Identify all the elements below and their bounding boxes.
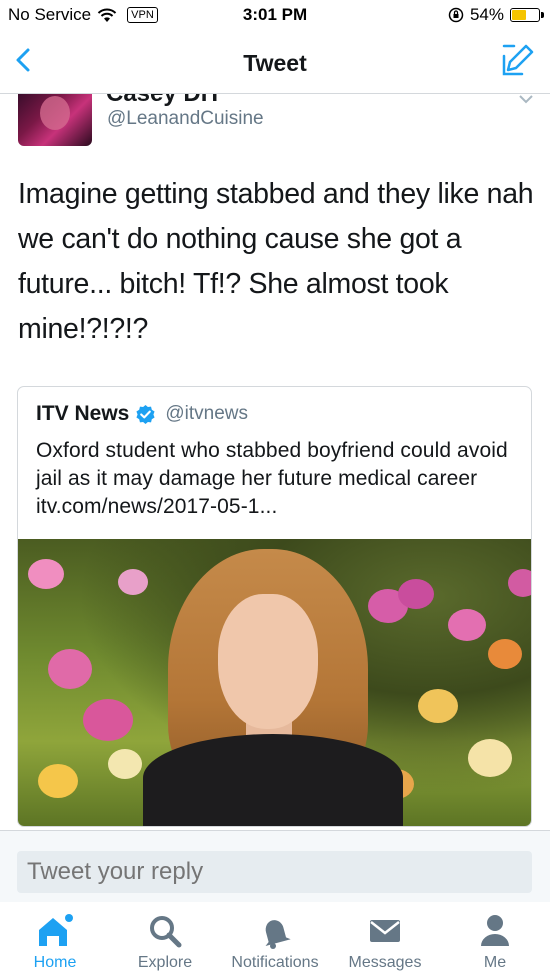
nav-bar: Tweet bbox=[0, 30, 550, 94]
flower-shape bbox=[468, 739, 512, 777]
battery-percent: 54% bbox=[469, 5, 504, 24]
person-icon bbox=[481, 915, 509, 946]
quoted-tweet-header: ITV News @itvnews bbox=[36, 402, 248, 426]
tab-explore[interactable]: Explore bbox=[110, 912, 220, 972]
tab-messages-label: Messages bbox=[348, 954, 422, 971]
battery-icon bbox=[510, 8, 544, 22]
tweet-text: Imagine getting stabbed and they like na… bbox=[18, 178, 534, 345]
flower-shape bbox=[508, 569, 531, 597]
bell-icon bbox=[265, 920, 291, 949]
tab-home-label: Home bbox=[33, 954, 77, 971]
home-icon bbox=[39, 914, 73, 946]
page-title: Tweet bbox=[243, 50, 307, 76]
person-jacket bbox=[143, 734, 403, 826]
search-icon bbox=[150, 916, 182, 948]
flower-shape bbox=[48, 649, 92, 689]
reply-bar bbox=[0, 830, 550, 902]
verified-badge-icon bbox=[136, 404, 155, 424]
tab-notifications[interactable]: Notifications bbox=[220, 912, 330, 972]
envelope-icon bbox=[370, 920, 400, 942]
avatar[interactable] bbox=[18, 94, 92, 146]
tab-me-label: Me bbox=[483, 954, 507, 971]
quoted-author-name: ITV News bbox=[36, 402, 130, 425]
tab-bar: Home Explore Notifications Messages Me bbox=[0, 902, 550, 978]
reply-input[interactable] bbox=[17, 851, 532, 893]
flower-shape bbox=[398, 579, 434, 609]
tweet-author[interactable]: Casey DH @LeanandCuisine bbox=[0, 94, 550, 154]
quoted-tweet-card[interactable]: ITV News @itvnews Oxford student who sta… bbox=[17, 386, 532, 827]
quoted-tweet-photo[interactable] bbox=[18, 539, 531, 826]
flower-shape bbox=[448, 609, 486, 641]
person-face bbox=[218, 594, 318, 729]
flower-shape bbox=[28, 559, 64, 589]
tab-home[interactable]: Home bbox=[0, 912, 110, 972]
compose-icon[interactable] bbox=[498, 42, 536, 80]
flower-shape bbox=[488, 639, 522, 669]
tab-messages[interactable]: Messages bbox=[330, 912, 440, 972]
quoted-author-handle: @itvnews bbox=[165, 403, 249, 424]
tab-notifications-label: Notifications bbox=[231, 954, 319, 971]
status-bar: No Service VPN 3:01 PM 54% bbox=[0, 0, 550, 30]
flower-shape bbox=[38, 764, 78, 798]
flower-shape bbox=[83, 699, 133, 741]
flower-shape bbox=[108, 749, 142, 779]
quoted-tweet-text: Oxford student who stabbed boyfriend cou… bbox=[36, 439, 508, 518]
status-right: 54% bbox=[448, 5, 544, 25]
tab-explore-label: Explore bbox=[137, 954, 193, 971]
chevron-down-icon[interactable] bbox=[518, 94, 534, 104]
avatar-face bbox=[40, 96, 70, 130]
battery-fill bbox=[512, 10, 527, 20]
tab-me[interactable]: Me bbox=[440, 912, 550, 972]
flower-shape bbox=[118, 569, 148, 595]
rotation-lock-icon bbox=[448, 7, 464, 23]
author-handle[interactable]: @LeanandCuisine bbox=[107, 108, 264, 130]
flower-shape bbox=[418, 689, 458, 723]
author-name[interactable]: Casey DH bbox=[106, 94, 218, 108]
